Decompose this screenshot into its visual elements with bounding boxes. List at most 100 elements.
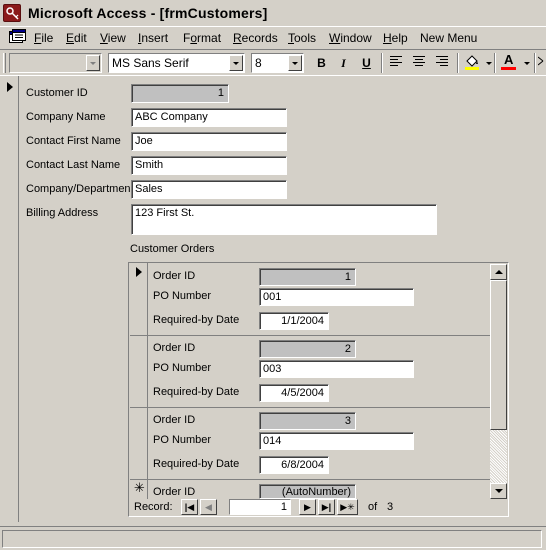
toolbar-grip[interactable] [3,53,6,73]
customer-id-field[interactable]: 1 [131,84,229,103]
font-color-swatch [501,67,516,70]
required-by-date-label: Required-by Date [153,458,240,470]
po-number-label: PO Number [153,434,212,446]
po-number-label: PO Number [153,290,212,302]
subform-vertical-scrollbar[interactable] [490,264,507,499]
font-size-value: 8 [255,56,262,70]
record-navigation-bar: Record: |◀ ◀ 1 ▶ ▶| ▶✳ of 3 [130,499,507,516]
first-record-icon[interactable]: |◀ [181,499,198,515]
scroll-up-button[interactable] [490,264,507,280]
previous-record-icon[interactable]: ◀ [200,499,217,515]
order-record-selector[interactable] [130,408,148,479]
toolbar-separator [457,53,459,73]
order-id-field[interactable]: 1 [259,268,356,286]
object-combo[interactable] [9,53,102,73]
po-number-field[interactable]: 014 [259,432,414,450]
required-by-date-label: Required-by Date [153,314,240,326]
new-record-icon[interactable]: ▶✳ [337,499,358,515]
font-name-value: MS Sans Serif [112,56,189,70]
department-label: Company/Departmen [26,183,131,195]
scroll-up-icon [495,270,503,274]
font-color-icon[interactable]: A [500,52,518,72]
italic-button[interactable]: I [333,54,354,72]
toolbar-separator [381,53,383,73]
contact-first-name-label: Contact First Name [26,135,121,147]
po-number-label: PO Number [153,362,212,374]
new-record-selector[interactable]: ✳ [130,480,148,499]
po-number-field[interactable]: 003 [259,360,414,378]
align-center-icon[interactable] [409,54,430,72]
order-id-label: Order ID [153,414,196,426]
of-label: of [368,501,378,513]
current-record-field[interactable]: 1 [229,499,291,515]
menu-edit[interactable]: Edit [66,31,87,45]
object-combo-dropdown[interactable] [86,55,100,71]
menu-view[interactable]: View [100,31,126,45]
menu-file[interactable]: File [34,31,53,45]
new-order-id-field[interactable]: (AutoNumber) [259,484,356,499]
menu-new-menu[interactable]: New Menu [420,31,477,45]
title-bar: Microsoft Access - [frmCustomers] [0,0,546,27]
po-number-field[interactable]: 001 [259,288,414,306]
font-size-combo[interactable]: 8 [251,53,304,73]
toolbar-separator [534,53,536,73]
record-divider [130,479,490,480]
font-name-combo[interactable]: MS Sans Serif [108,53,245,73]
order-id-label: Order ID [153,270,196,282]
status-panel [2,530,542,548]
toolbar-separator [494,53,496,73]
access-key-icon[interactable] [3,4,21,22]
customer-id-label: Customer ID [26,87,88,99]
toolbar-overflow-icon[interactable] [537,54,546,72]
record-divider [130,407,490,408]
font-name-dropdown[interactable] [229,55,243,71]
font-color-dropdown[interactable] [524,62,530,65]
order-id-field[interactable]: 3 [259,412,356,430]
contact-last-name-field[interactable]: Smith [131,156,287,175]
menu-tools[interactable]: Tools [288,31,316,45]
menu-insert[interactable]: Insert [138,31,168,45]
form-window-icon[interactable] [9,29,26,44]
department-field[interactable]: Sales [131,180,287,199]
font-size-dropdown[interactable] [288,55,302,71]
window-title: Microsoft Access - [frmCustomers] [28,5,268,21]
last-record-icon[interactable]: ▶| [318,499,335,515]
record-selector[interactable] [1,76,19,522]
company-name-field[interactable]: ABC Company [131,108,287,127]
order-id-label: Order ID [153,486,196,498]
menu-window[interactable]: Window [329,31,372,45]
customer-orders-caption: Customer Orders [130,243,215,255]
order-id-label: Order ID [153,342,196,354]
current-record-arrow-icon [136,267,142,277]
customer-orders-subform: Order ID 1 PO Number 001 Required-by Dat… [128,262,509,517]
required-by-date-field[interactable]: 4/5/2004 [259,384,329,402]
required-by-date-field[interactable]: 6/8/2004 [259,456,329,474]
menu-help[interactable]: Help [383,31,408,45]
menu-format[interactable]: Format [183,31,221,45]
company-name-label: Company Name [26,111,106,123]
underline-button[interactable]: U [356,54,377,72]
total-records: 3 [387,501,394,513]
menu-records[interactable]: Records [233,31,278,45]
scroll-down-icon [495,489,503,493]
scroll-track[interactable] [490,430,507,483]
order-id-field[interactable]: 2 [259,340,356,358]
contact-first-name-field[interactable]: Joe [131,132,287,151]
billing-address-label: Billing Address [26,207,99,219]
record-label: Record: [134,501,173,513]
order-record-selector[interactable] [130,263,148,335]
order-record-selector[interactable] [130,336,148,407]
scroll-thumb[interactable] [490,280,507,430]
align-right-icon[interactable] [432,54,453,72]
new-record-star-icon: ✳ [134,480,145,495]
scroll-down-button[interactable] [490,483,507,499]
record-divider [130,335,490,336]
bold-button[interactable]: B [311,54,332,72]
fill-color-dropdown[interactable] [486,62,492,65]
required-by-date-field[interactable]: 1/1/2004 [259,312,329,330]
align-left-icon[interactable] [386,54,407,72]
status-bar [0,526,546,550]
next-record-icon[interactable]: ▶ [299,499,316,515]
billing-address-field[interactable]: 123 First St. [131,204,437,235]
fill-color-icon[interactable] [463,54,481,72]
